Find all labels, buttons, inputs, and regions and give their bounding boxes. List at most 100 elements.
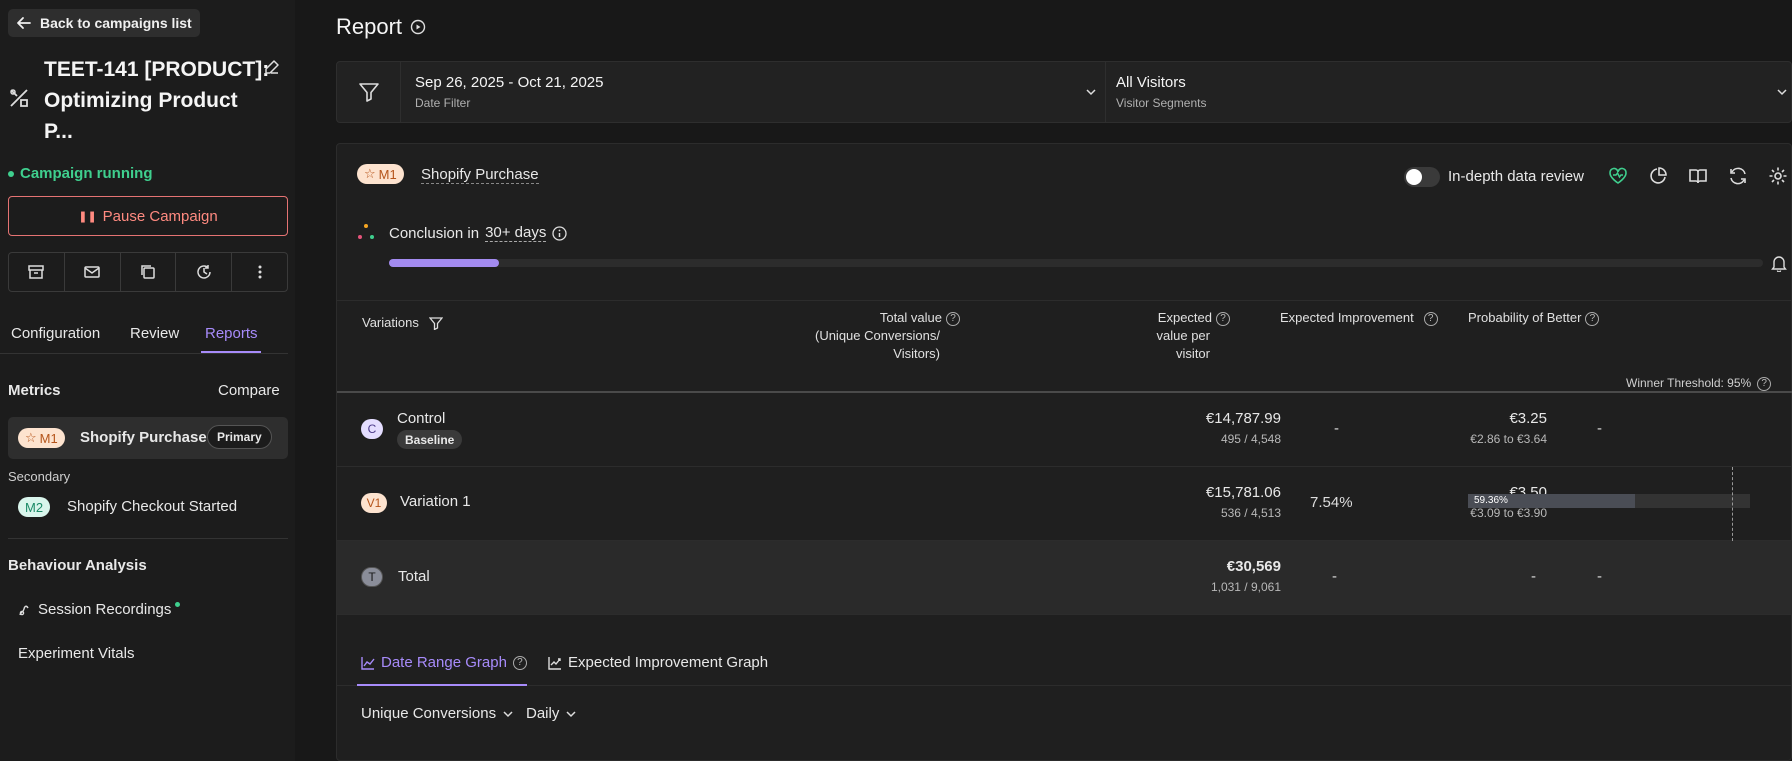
star-icon: ☆ xyxy=(364,166,376,181)
settings-icon[interactable] xyxy=(1768,166,1788,186)
column-label: Variations xyxy=(362,315,419,330)
more-icon xyxy=(251,263,269,281)
toggle-knob xyxy=(1406,169,1422,185)
column-label: Total value xyxy=(879,310,942,325)
column-label: (Unique Conversions/ xyxy=(814,328,940,343)
chevron-down-icon xyxy=(1776,86,1788,98)
total-value-header: Total value? (Unique Conversions/ Visito… xyxy=(740,309,960,363)
total-value: €30,569 xyxy=(1226,558,1281,575)
health-icon[interactable] xyxy=(1608,166,1628,186)
help-icon[interactable]: ? xyxy=(1423,311,1438,326)
winner-threshold-label: Winner Threshold: 95% xyxy=(1626,376,1752,390)
pause-icon: ❚❚ xyxy=(78,210,97,223)
metric-badge-label: M1 xyxy=(378,166,397,182)
filter-icon[interactable] xyxy=(428,316,443,330)
dropdown-value: Daily xyxy=(526,705,560,722)
total-value: €14,787.99 xyxy=(1205,410,1281,427)
conclusion-progress xyxy=(389,259,1763,267)
column-label: visitor xyxy=(1176,346,1210,361)
conclusion-estimate: Conclusion in 30+ days xyxy=(389,224,568,242)
more-actions-button[interactable] xyxy=(232,253,287,291)
edit-icon[interactable] xyxy=(264,59,280,75)
metric-item-secondary[interactable]: M2 Shopify Checkout Started xyxy=(18,496,288,518)
probability-value: - xyxy=(1597,568,1602,585)
campaign-type-icon xyxy=(8,87,30,109)
metric-badge: ☆ M1 xyxy=(357,164,404,184)
indepth-toggle[interactable] xyxy=(1404,167,1440,187)
help-icon[interactable]: ? xyxy=(512,655,527,670)
expected-range: €3.09 to €3.90 xyxy=(1470,506,1547,520)
arrow-left-icon xyxy=(16,15,32,31)
campaign-status: Campaign running xyxy=(8,165,153,182)
email-button[interactable] xyxy=(65,253,121,291)
improvement-value: - xyxy=(1334,420,1339,437)
duplicate-button[interactable] xyxy=(121,253,177,291)
filter-button[interactable] xyxy=(337,62,401,122)
conversions-visitors: 1,031 / 9,061 xyxy=(1210,580,1281,594)
table-row[interactable]: C Control Baseline €14,787.99 495 / 4,54… xyxy=(337,393,1792,467)
status-label: Campaign running xyxy=(20,165,153,182)
help-icon[interactable]: ? xyxy=(1757,376,1772,391)
indepth-label: In-depth data review xyxy=(1448,168,1584,185)
metrics-heading: Metrics xyxy=(8,382,61,399)
expected-value: €3.25 xyxy=(1509,410,1547,427)
info-icon[interactable] xyxy=(552,225,568,241)
active-tab-indicator xyxy=(357,684,527,686)
experiment-vitals-link[interactable]: Experiment Vitals xyxy=(18,645,134,662)
variation-badge: V1 xyxy=(361,493,387,513)
column-label: value per xyxy=(1156,328,1210,343)
refresh-icon[interactable] xyxy=(1728,166,1748,186)
book-icon[interactable] xyxy=(1688,166,1708,186)
primary-badge: Primary xyxy=(207,425,272,449)
divider xyxy=(8,538,288,539)
divider xyxy=(337,685,1792,686)
bell-icon[interactable] xyxy=(1771,254,1787,272)
metric-type-dropdown[interactable]: Unique Conversions xyxy=(361,705,514,722)
tab-date-range-graph[interactable]: Date Range Graph ? xyxy=(361,654,527,671)
session-recordings-link[interactable]: Session Recordings xyxy=(18,601,181,618)
metric-name: Shopify Checkout Started xyxy=(67,498,238,515)
compare-button[interactable]: Compare xyxy=(218,382,280,399)
variations-header[interactable]: Variations xyxy=(362,314,443,332)
improvement-value: - xyxy=(1332,568,1337,585)
conclusion-dots-icon xyxy=(356,222,376,242)
campaign-title-line: P... xyxy=(44,120,73,143)
back-label: Back to campaigns list xyxy=(40,15,192,31)
help-icon[interactable]: ? xyxy=(946,311,960,326)
play-circle-icon[interactable] xyxy=(410,19,426,35)
pie-chart-icon[interactable] xyxy=(1648,166,1668,186)
segment-filter-label: Visitor Segments xyxy=(1116,96,1207,110)
help-icon[interactable]: ? xyxy=(1216,311,1230,326)
date-filter-value: Sep 26, 2025 - Oct 21, 2025 xyxy=(415,74,604,91)
winner-threshold: Winner Threshold: 95%? xyxy=(1626,376,1772,391)
interval-dropdown[interactable]: Daily xyxy=(526,705,577,722)
baseline-badge: Baseline xyxy=(397,430,463,449)
archive-button[interactable] xyxy=(9,253,65,291)
metric-name[interactable]: Shopify Purchase xyxy=(421,166,539,184)
column-label: Expected xyxy=(1157,310,1212,325)
back-to-campaigns-button[interactable]: Back to campaigns list xyxy=(8,9,200,37)
tab-review[interactable]: Review xyxy=(130,325,179,342)
row-more-icon[interactable]: ⋮ xyxy=(1785,418,1792,438)
date-filter[interactable]: Sep 26, 2025 - Oct 21, 2025 Date Filter xyxy=(401,62,1105,122)
row-more-icon[interactable]: ⋮ xyxy=(1785,492,1792,512)
dropdown-value: Unique Conversions xyxy=(361,705,497,722)
metric-badge: ☆ M1 xyxy=(18,428,65,448)
metric-badge-label: M1 xyxy=(39,430,58,446)
variation-name: Control xyxy=(397,410,446,427)
campaign-title-line: TEET-141 [PRODUCT]: xyxy=(44,58,270,81)
pause-campaign-button[interactable]: ❚❚ Pause Campaign xyxy=(8,196,288,236)
tab-reports[interactable]: Reports xyxy=(205,325,258,342)
tab-expected-improvement-graph[interactable]: Expected Improvement Graph xyxy=(548,654,768,671)
status-dot-icon xyxy=(8,170,14,177)
help-icon[interactable]: ? xyxy=(1585,311,1600,326)
tab-label: Date Range Graph xyxy=(381,654,507,671)
new-indicator-dot xyxy=(175,602,181,607)
segment-filter[interactable]: All Visitors Visitor Segments xyxy=(1106,62,1792,122)
campaign-title-line: Optimizing Product xyxy=(44,89,238,112)
variation-name: Total xyxy=(398,568,430,585)
history-button[interactable] xyxy=(176,253,233,291)
expected-value-header: Expected? value per visitor xyxy=(1090,309,1230,363)
tab-configuration[interactable]: Configuration xyxy=(11,325,100,342)
expected-value: - xyxy=(1531,568,1536,585)
